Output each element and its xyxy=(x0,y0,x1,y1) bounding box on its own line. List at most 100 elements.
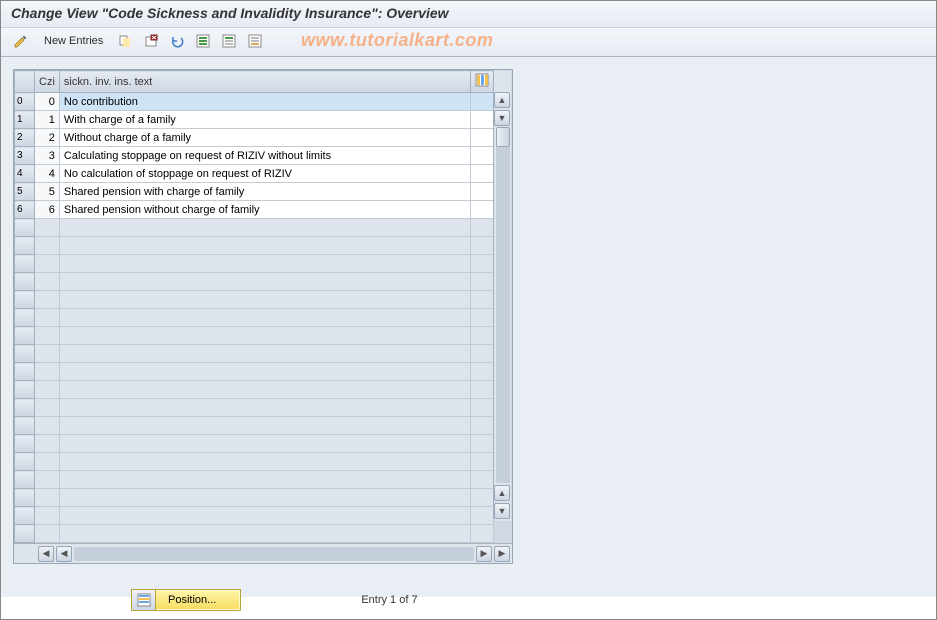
empty-cell xyxy=(35,327,60,345)
cell-text[interactable]: Calculating stoppage on request of RIZIV… xyxy=(59,147,470,165)
row-selector[interactable] xyxy=(15,219,35,237)
row-selector[interactable] xyxy=(15,471,35,489)
cell-czi[interactable]: 0 xyxy=(35,93,60,111)
row-selector[interactable]: 4 xyxy=(15,165,35,183)
empty-cell xyxy=(35,363,60,381)
row-selector-header[interactable] xyxy=(15,71,35,93)
cell-czi[interactable]: 3 xyxy=(35,147,60,165)
row-selector[interactable]: 2 xyxy=(15,129,35,147)
row-selector[interactable] xyxy=(15,363,35,381)
cell-czi[interactable]: 1 xyxy=(35,111,60,129)
row-selector[interactable] xyxy=(15,255,35,273)
cell-pad xyxy=(471,165,494,183)
cell-czi[interactable]: 6 xyxy=(35,201,60,219)
scroll-left-icon[interactable]: ◀ xyxy=(56,546,72,562)
scroll-down-step-icon[interactable]: ▼ xyxy=(494,110,510,126)
row-selector[interactable] xyxy=(15,273,35,291)
scroll-right-end-icon[interactable]: ▶ xyxy=(494,546,510,562)
undo-icon[interactable] xyxy=(166,31,188,51)
row-selector[interactable]: 6 xyxy=(15,201,35,219)
row-selector[interactable] xyxy=(15,237,35,255)
table-row[interactable]: 55Shared pension with charge of family xyxy=(15,183,494,201)
copy-as-icon[interactable] xyxy=(114,31,136,51)
empty-cell xyxy=(35,417,60,435)
column-header-text[interactable]: sickn. inv. ins. text xyxy=(59,71,470,93)
cell-text[interactable]: No contribution xyxy=(59,93,470,111)
new-entries-button[interactable]: New Entries xyxy=(37,31,110,51)
row-selector[interactable]: 1 xyxy=(15,111,35,129)
row-selector[interactable] xyxy=(15,489,35,507)
row-selector[interactable] xyxy=(15,399,35,417)
table-row[interactable]: 33Calculating stoppage on request of RIZ… xyxy=(15,147,494,165)
row-selector[interactable] xyxy=(15,309,35,327)
cell-czi[interactable]: 4 xyxy=(35,165,60,183)
main-area: Czi sickn. inv. ins. text 00No contribut… xyxy=(1,57,936,597)
table-row-empty xyxy=(15,363,494,381)
scroll-right-icon[interactable]: ▶ xyxy=(476,546,492,562)
empty-cell xyxy=(471,345,494,363)
table-row-empty xyxy=(15,309,494,327)
scroll-track-v[interactable] xyxy=(496,127,510,483)
cell-text[interactable]: Without charge of a family xyxy=(59,129,470,147)
deselect-all-icon[interactable] xyxy=(244,31,266,51)
row-selector[interactable] xyxy=(15,345,35,363)
cell-czi[interactable]: 5 xyxy=(35,183,60,201)
toggle-change-icon[interactable] xyxy=(9,31,33,51)
empty-cell xyxy=(35,309,60,327)
select-all-icon[interactable] xyxy=(192,31,214,51)
empty-cell xyxy=(471,363,494,381)
row-selector[interactable] xyxy=(15,327,35,345)
cell-czi[interactable]: 2 xyxy=(35,129,60,147)
empty-cell xyxy=(59,255,470,273)
scroll-left-end-icon[interactable]: ◀ xyxy=(38,546,54,562)
table-row[interactable]: 11With charge of a family xyxy=(15,111,494,129)
table-row[interactable]: 66Shared pension without charge of famil… xyxy=(15,201,494,219)
table-row-empty xyxy=(15,525,494,543)
empty-cell xyxy=(35,237,60,255)
table-row[interactable]: 00No contribution xyxy=(15,93,494,111)
row-selector[interactable] xyxy=(15,417,35,435)
empty-cell xyxy=(59,291,470,309)
table-row-empty xyxy=(15,219,494,237)
row-selector[interactable] xyxy=(15,381,35,399)
empty-cell xyxy=(471,525,494,543)
scroll-thumb-v[interactable] xyxy=(496,127,510,147)
position-icon xyxy=(132,590,156,610)
row-selector[interactable] xyxy=(15,507,35,525)
cell-text[interactable]: With charge of a family xyxy=(59,111,470,129)
row-selector[interactable] xyxy=(15,453,35,471)
title-bar: Change View "Code Sickness and Invalidit… xyxy=(1,1,936,28)
cell-text[interactable]: No calculation of stoppage on request of… xyxy=(59,165,470,183)
scroll-up-step-icon[interactable]: ▲ xyxy=(494,485,510,501)
row-selector[interactable]: 0 xyxy=(15,93,35,111)
delete-icon[interactable] xyxy=(140,31,162,51)
empty-cell xyxy=(35,255,60,273)
scroll-bottom-icon[interactable]: ▼ xyxy=(494,503,510,519)
empty-cell xyxy=(59,417,470,435)
empty-cell xyxy=(471,381,494,399)
row-selector[interactable] xyxy=(15,435,35,453)
row-selector[interactable]: 3 xyxy=(15,147,35,165)
select-block-icon[interactable] xyxy=(218,31,240,51)
position-button[interactable]: Position... xyxy=(131,589,241,611)
empty-cell xyxy=(59,471,470,489)
configure-columns-button[interactable] xyxy=(471,71,494,93)
empty-cell xyxy=(35,507,60,525)
scroll-track-h[interactable] xyxy=(74,547,474,561)
scroll-up-icon[interactable]: ▲ xyxy=(494,92,510,108)
cell-text[interactable]: Shared pension without charge of family xyxy=(59,201,470,219)
row-selector[interactable] xyxy=(15,291,35,309)
horizontal-scrollbar[interactable]: ◀ ◀ ▶ ▶ xyxy=(14,543,512,563)
table-row[interactable]: 22Without charge of a family xyxy=(15,129,494,147)
cell-text[interactable]: Shared pension with charge of family xyxy=(59,183,470,201)
table-row-empty xyxy=(15,399,494,417)
row-selector[interactable]: 5 xyxy=(15,183,35,201)
row-selector[interactable] xyxy=(15,525,35,543)
empty-cell xyxy=(35,471,60,489)
column-header-czi[interactable]: Czi xyxy=(35,71,60,93)
table-row[interactable]: 44No calculation of stoppage on request … xyxy=(15,165,494,183)
empty-cell xyxy=(35,489,60,507)
vertical-scrollbar[interactable]: ▲ ▼ ▲ ▼ xyxy=(493,71,511,521)
table-row-empty xyxy=(15,345,494,363)
empty-cell xyxy=(35,435,60,453)
